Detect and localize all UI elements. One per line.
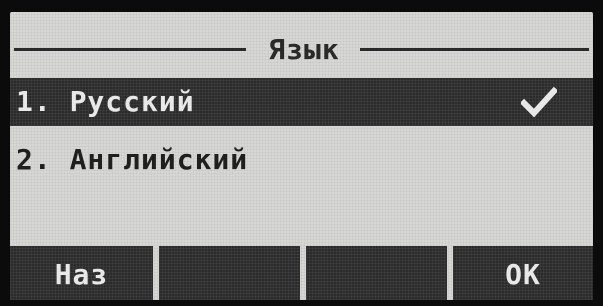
menu-item-label: 1. Русский xyxy=(16,85,195,118)
softkey-3[interactable] xyxy=(306,246,447,300)
screen-header: Язык xyxy=(10,34,593,66)
softkey-bar: Наз OK xyxy=(10,246,593,300)
back-softkey[interactable]: Наз xyxy=(10,246,153,300)
menu-item-russian[interactable]: 1. Русский xyxy=(10,78,593,126)
title-divider-right xyxy=(360,48,589,51)
lcd-screen: Язык 1. Русский 2. Английский Наз OK xyxy=(10,12,593,300)
screen-title: Язык xyxy=(268,33,340,66)
menu-item-label: 2. Английский xyxy=(16,143,249,176)
menu-item-english[interactable]: 2. Английский xyxy=(10,136,593,184)
check-icon xyxy=(521,86,557,118)
title-divider-left xyxy=(14,48,246,51)
device-bezel: Язык 1. Русский 2. Английский Наз OK xyxy=(0,0,603,306)
ok-softkey[interactable]: OK xyxy=(453,246,593,300)
softkey-2[interactable] xyxy=(159,246,300,300)
